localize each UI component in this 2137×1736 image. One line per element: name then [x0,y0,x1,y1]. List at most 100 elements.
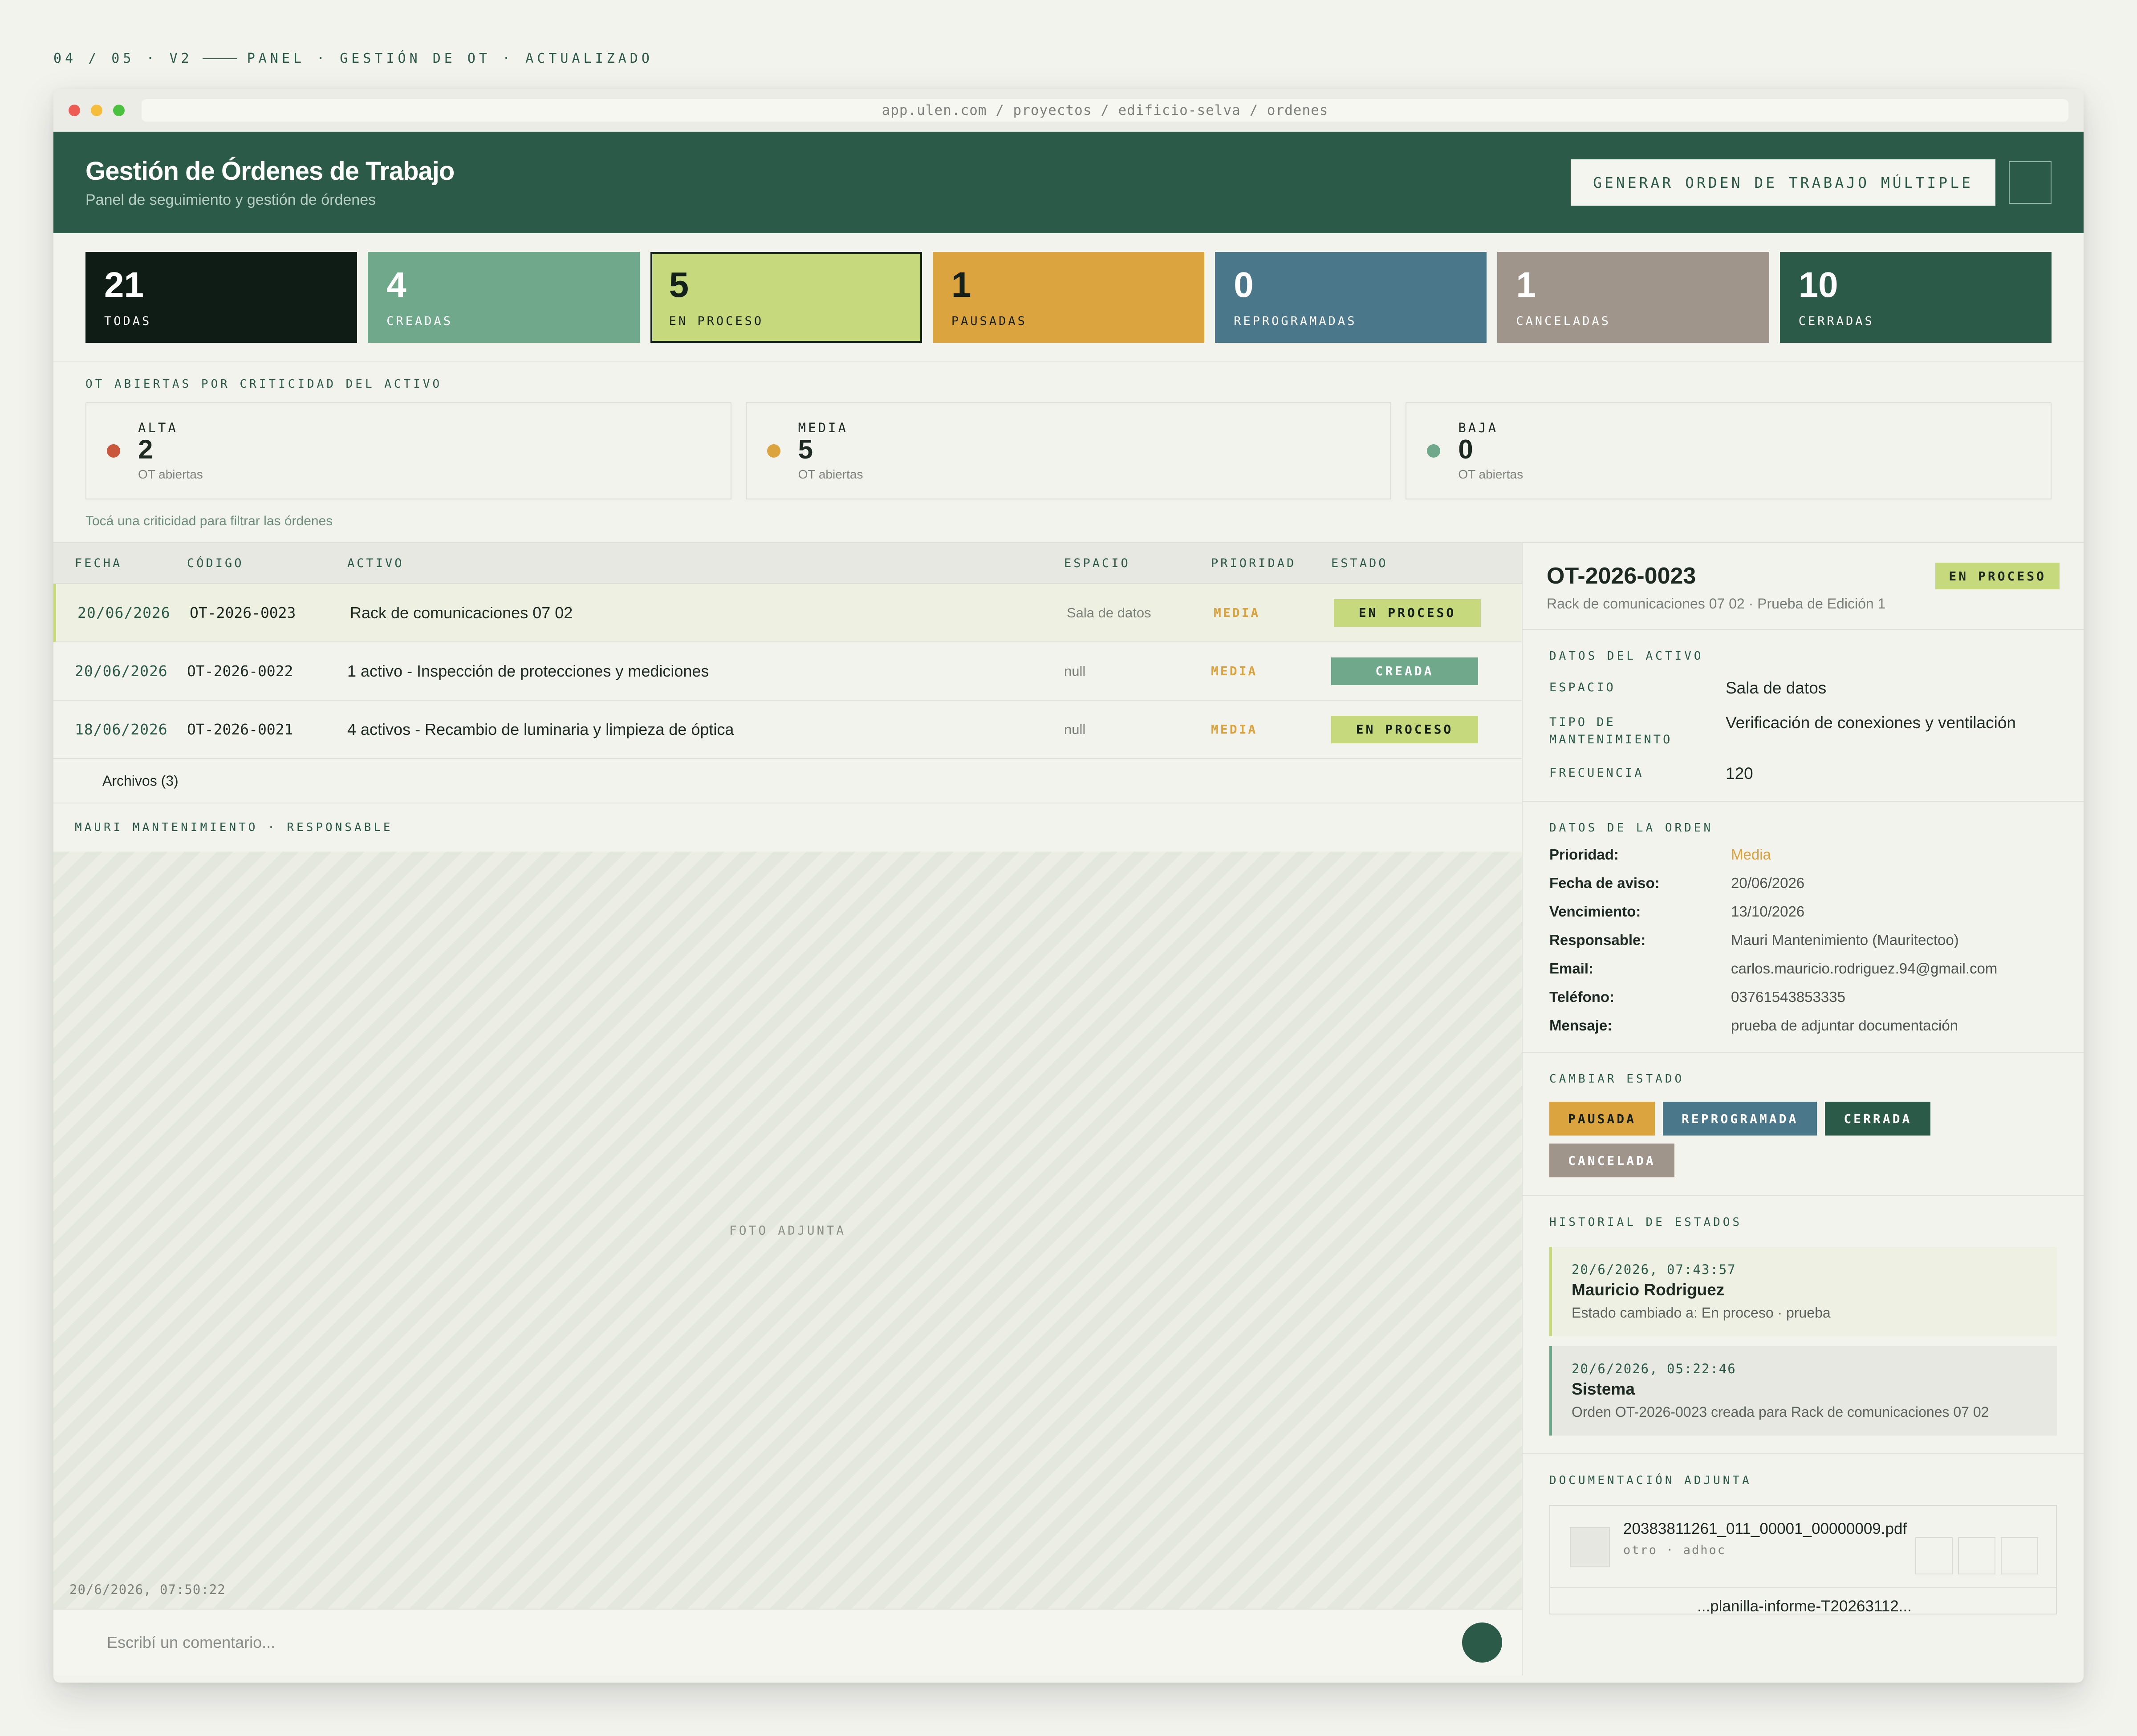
comment-bar [53,1609,1522,1675]
cell-prioridad: MEDIA [1214,605,1260,620]
history-entry: 20/6/2026, 07:43:57 Mauricio Rodriguez E… [1549,1247,2057,1337]
change-status-section: CAMBIAR ESTADO PAUSADA REPROGRAMADA CERR… [1523,1053,2084,1197]
address-bar[interactable]: app.ulen.com / proyectos / edificio-selv… [142,99,2068,122]
field-value: Mauri Mantenimiento (Mauritectoo) [1731,932,1959,949]
status-card-en-proceso[interactable]: 5 EN PROCESO [650,252,922,343]
criticality-count: 0 [1458,434,1473,464]
status-label: EN PROCESO [669,314,764,328]
field-label: TIPO DE MANTENIMIENTO [1549,715,1673,747]
field-value: carlos.mauricio.rodriguez.94@gmail.com [1731,960,1998,977]
attached-docs-section: DOCUMENTACIÓN ADJUNTA 20383811261_011_00… [1523,1454,2084,1632]
criticality-hint: Tocá una criticidad para filtrar las órd… [85,514,333,528]
cell-espacio: null [1064,663,1086,679]
status-card-cerradas[interactable]: 10 CERRADAS [1779,252,2052,343]
status-label: CREADAS [386,314,453,328]
status-card-reprogramadas[interactable]: 0 REPROGRAMADAS [1215,252,1487,343]
doc-download-button[interactable] [1958,1537,1995,1575]
history-message: Orden OT-2026-0023 creada para Rack de c… [1572,1404,1989,1420]
field-value: 13/10/2026 [1731,903,1805,920]
column-header-prioridad[interactable]: PRIORIDAD [1211,556,1331,570]
history-timestamp: 20/6/2026, 07:43:57 [1572,1262,1736,1278]
status-card-pausadas[interactable]: 1 PAUSADAS [932,252,1205,343]
criticality-sub: OT abiertas [798,467,863,481]
criticality-count: 2 [138,434,153,464]
doc-name[interactable]: ...planilla-informe-T20263112... [1550,1587,2056,1614]
status-label: CANCELADAS [1516,314,1611,328]
field-label: Teléfono: [1549,989,1615,1006]
page-caption: 04 / 05 · V2 PANEL · GESTIÓN DE OT · ACT… [53,51,653,66]
send-comment-button[interactable] [1462,1622,1502,1663]
maximize-window-icon[interactable] [113,104,125,116]
page-subtitle: Panel de seguimiento y gestión de órdene… [85,191,376,208]
field-value: Media [1731,846,1771,863]
criticality-dot-icon [107,444,120,458]
criticality-name: MEDIA [798,420,848,435]
change-status-title: CAMBIAR ESTADO [1549,1072,1685,1086]
header-menu-button[interactable] [2009,161,2052,204]
criticality-sub: OT abiertas [1458,467,1524,481]
field-label: Email: [1549,960,1594,977]
criticality-dot-icon [767,444,780,458]
history-author: Mauricio Rodriguez [1572,1281,1725,1299]
doc-item[interactable]: 20383811261_011_00001_00000009.pdf otro … [1550,1506,2056,1587]
status-card-creadas[interactable]: 4 CREADAS [368,252,640,343]
field-value: 03761543853335 [1731,989,1845,1006]
doc-view-button[interactable] [1915,1537,1953,1575]
column-header-fecha[interactable]: FECHA [53,556,187,570]
set-cerrada-button[interactable]: CERRADA [1825,1102,1931,1136]
status-label: CERRADAS [1798,314,1874,328]
attached-photo[interactable]: FOTO ADJUNTA 20/6/2026, 07:50:22 [53,852,1522,1609]
generate-multiple-order-button[interactable]: GENERAR ORDEN DE TRABAJO MÚLTIPLE [1571,159,1995,206]
comment-input[interactable] [107,1633,1462,1652]
column-header-codigo[interactable]: CÓDIGO [187,556,347,570]
status-history-title: HISTORIAL DE ESTADOS [1549,1216,1743,1229]
field-value: 20/06/2026 [1731,875,1805,892]
order-detail-panel: OT-2026-0023 EN PROCESO Rack de comunica… [1523,543,2084,1675]
doc-delete-button[interactable] [2001,1537,2038,1575]
asset-data-section: DATOS DEL ACTIVO ESPACIO Sala de datos TI… [1523,630,2084,802]
criticality-card-media[interactable]: MEDIA 5 OT abiertas [745,402,1392,499]
status-card-canceladas[interactable]: 1 CANCELADAS [1497,252,1769,343]
set-reprogramada-button[interactable]: REPROGRAMADA [1663,1102,1817,1136]
field-label: ESPACIO [1549,681,1616,694]
criticality-sub: OT abiertas [138,467,203,481]
photo-responsable-label: MAURI MANTENIMIENTO · RESPONSABLE [75,821,393,834]
close-window-icon[interactable] [69,104,80,116]
doc-list: 20383811261_011_00001_00000009.pdf otro … [1549,1505,2057,1615]
set-pausada-button[interactable]: PAUSADA [1549,1102,1655,1136]
cell-espacio: null [1064,721,1086,737]
minimize-window-icon[interactable] [91,104,102,116]
status-history-section: HISTORIAL DE ESTADOS 20/6/2026, 07:43:57… [1523,1196,2084,1455]
orders-panel: FECHA CÓDIGO ACTIVO ESPACIO PRIORIDAD ES… [53,543,1523,1675]
cell-codigo: OT-2026-0021 [187,721,293,738]
app-header: Gestión de Órdenes de Trabajo Panel de s… [53,132,2084,233]
field-value: Verificación de conexiones y ventilación [1726,714,2016,732]
cell-activo: 4 activos - Recambio de luminaria y limp… [347,720,734,738]
cell-activo: Rack de comunicaciones 07 02 [350,603,573,622]
criticality-count: 5 [798,434,813,464]
attached-docs-title: DOCUMENTACIÓN ADJUNTA [1549,1474,1752,1488]
order-subtitle: Rack de comunicaciones 07 02 · Prueba de… [1547,596,1886,612]
criticality-dot-icon [1427,444,1441,458]
table-header: FECHA CÓDIGO ACTIVO ESPACIO PRIORIDAD ES… [53,543,1522,584]
set-cancelada-button[interactable]: CANCELADA [1549,1144,1674,1178]
browser-window: app.ulen.com / proyectos / edificio-selv… [53,89,2084,1683]
attachments-toggle[interactable]: Archivos (3) [53,759,1522,803]
table-row[interactable]: 20/06/2026 OT-2026-0023 Rack de comunica… [53,584,1522,642]
criticality-card-alta[interactable]: ALTA 2 OT abiertas [85,402,731,499]
status-count: 0 [1234,264,1254,304]
status-count: 4 [386,264,406,304]
cell-codigo: OT-2026-0022 [187,662,293,680]
field-label: FRECUENCIA [1549,766,1644,780]
status-badge: CREADA [1331,657,1478,685]
table-row[interactable]: 18/06/2026 OT-2026-0021 4 activos - Reca… [53,701,1522,759]
column-header-estado[interactable]: ESTADO [1331,556,1505,570]
status-card-todas[interactable]: 21 TODAS [85,252,358,343]
criticality-card-baja[interactable]: BAJA 0 OT abiertas [1406,402,2052,499]
history-entry: 20/6/2026, 05:22:46 Sistema Orden OT-202… [1549,1346,2057,1436]
column-header-activo[interactable]: ACTIVO [347,556,1064,570]
table-row[interactable]: 20/06/2026 OT-2026-0022 1 activo - Inspe… [53,642,1522,701]
photo-placeholder-label: FOTO ADJUNTA [729,1223,846,1237]
status-filter-row: 21 TODAS 4 CREADAS 5 EN PROCESO 1 PAUSAD… [53,233,2084,362]
column-header-espacio[interactable]: ESPACIO [1064,556,1211,570]
